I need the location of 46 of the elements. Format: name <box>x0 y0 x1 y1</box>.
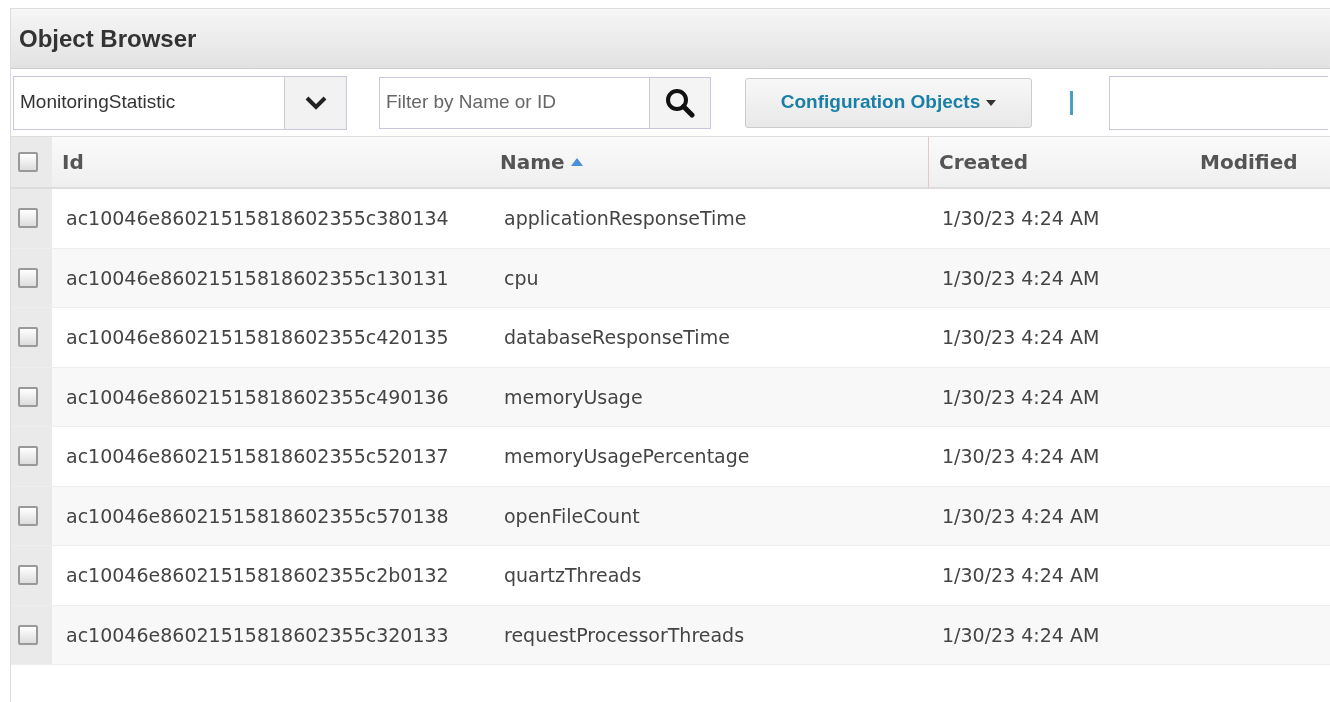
table-cell-text: ac10046e86021515818602355c130131 <box>66 265 449 291</box>
table-cell-text: ac10046e86021515818602355c490136 <box>66 384 449 410</box>
chevron-down-icon <box>304 95 327 110</box>
type-dropdown[interactable]: MonitoringStatistic <box>13 75 347 130</box>
table-cell-text: 1/30/23 4:24 AM <box>942 265 1100 291</box>
table-cell-text: 1/30/23 4:24 AM <box>942 384 1100 410</box>
table-cell-text: ac10046e86021515818602355c2b0132 <box>66 563 449 588</box>
checkbox[interactable] <box>18 565 38 586</box>
checkbox[interactable] <box>18 208 38 229</box>
table-cell-text: quartzThreads <box>504 563 642 588</box>
table-cell-text: cpu <box>504 265 539 291</box>
checkbox[interactable] <box>18 505 38 526</box>
checkbox[interactable] <box>18 446 38 467</box>
table-cell-text: ac10046e86021515818602355c420135 <box>66 325 449 350</box>
table-cell-text: ac10046e86021515818602355c380134 <box>66 206 449 231</box>
table-cell-text: openFileCount <box>504 503 640 529</box>
checkbox[interactable] <box>18 152 38 172</box>
sort-ascending-icon <box>570 158 583 166</box>
table-cell-text: databaseResponseTime <box>504 325 730 350</box>
table-cell-text: memoryUsage <box>504 384 643 410</box>
table-cell-text: 1/30/23 4:24 AM <box>942 503 1100 529</box>
checkbox[interactable] <box>18 386 38 407</box>
text-field[interactable] <box>1109 75 1328 130</box>
configuration-objects-button[interactable]: Configuration Objects <box>745 77 1032 128</box>
table-cell-text: 1/30/23 4:24 AM <box>942 622 1100 648</box>
panel-title: Object Browser <box>19 23 197 54</box>
table-cell-text: ac10046e86021515818602355c520137 <box>66 444 449 469</box>
table-cell-text: 1/30/23 4:24 AM <box>942 206 1100 231</box>
filter-field[interactable]: Filter by Name or ID <box>379 76 649 129</box>
column-header[interactable]: Name <box>500 147 583 177</box>
table-cell-text: requestProcessorThreads <box>504 622 745 648</box>
caret-icon <box>986 99 997 106</box>
table-cell-text: ac10046e86021515818602355c570138 <box>66 503 449 529</box>
search-button[interactable] <box>649 76 711 129</box>
table-cell-text: 1/30/23 4:24 AM <box>942 325 1100 350</box>
checkbox[interactable] <box>18 624 38 645</box>
checkbox[interactable] <box>18 267 38 288</box>
column-header[interactable]: Id <box>62 147 84 177</box>
table-cell-text: 1/30/23 4:24 AM <box>942 563 1100 588</box>
table-cell-text: 1/30/23 4:24 AM <box>942 444 1100 469</box>
column-header[interactable]: Created <box>939 147 1029 177</box>
table-cell-text: ac10046e86021515818602355c320133 <box>66 622 449 648</box>
table-cell-text: applicationResponseTime <box>504 206 747 231</box>
checkbox[interactable] <box>18 327 38 348</box>
search-icon <box>665 87 695 118</box>
table-cell-text: memoryUsagePercentage <box>504 444 750 469</box>
